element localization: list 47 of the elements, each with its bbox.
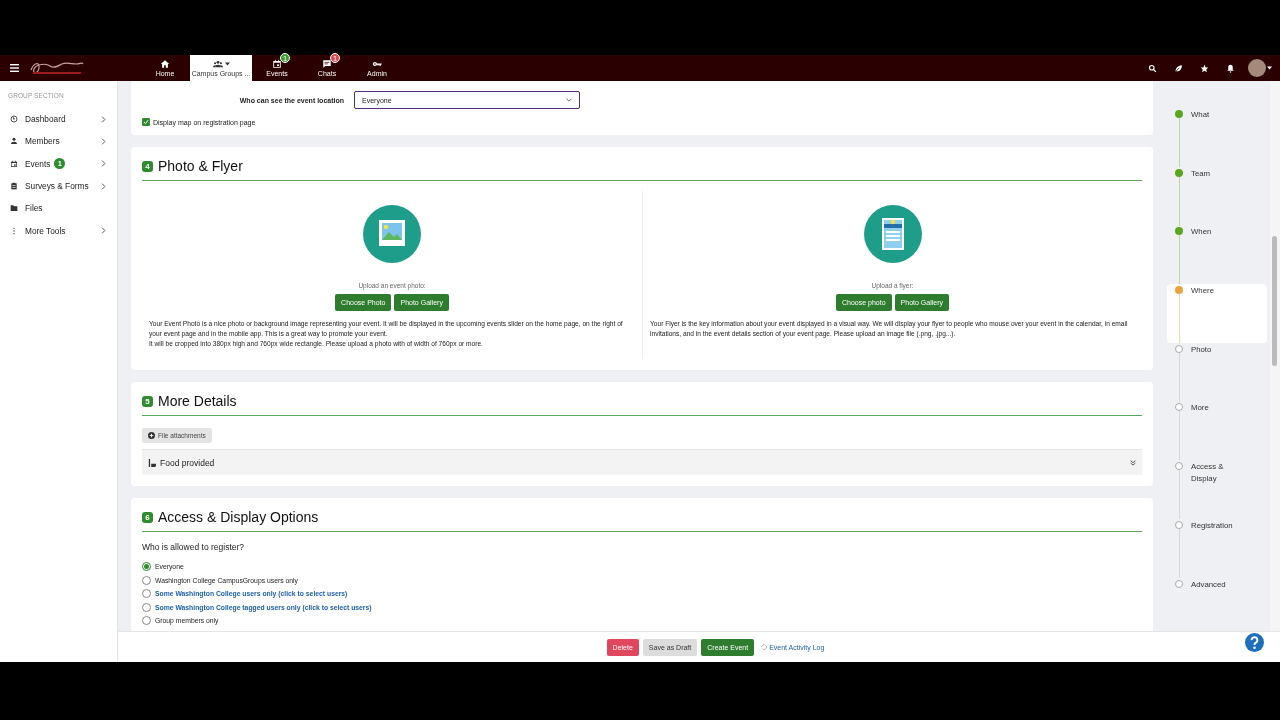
sidebar-item[interactable]: Surveys & Forms [0, 174, 117, 198]
sidebar-item[interactable]: More Tools [0, 219, 117, 242]
menu-icon[interactable] [10, 64, 19, 72]
section-title: More Details [158, 393, 237, 409]
step-number: 5 [142, 395, 153, 407]
radio-button[interactable] [142, 575, 151, 585]
chevron-icon [566, 98, 572, 102]
scrollbar-thumb[interactable] [1272, 236, 1277, 366]
step-number: 6 [142, 511, 153, 523]
logo-icon [29, 60, 85, 76]
dashboard-icon [10, 115, 18, 124]
question-text: Who is allowed to register? [142, 542, 246, 552]
check-icon [143, 119, 149, 125]
sidebar-item[interactable]: Files [0, 197, 117, 220]
people-icon [212, 59, 223, 69]
help-icon[interactable] [1245, 633, 1264, 652]
home-icon [160, 59, 170, 69]
person-icon [10, 137, 18, 146]
calendar-icon [10, 159, 18, 168]
checkbox[interactable] [142, 118, 150, 126]
key-icon [372, 59, 382, 69]
sidebar-item[interactable]: Dashboard [0, 108, 117, 131]
caret-icon [1267, 66, 1272, 70]
chat-icon [322, 59, 332, 69]
radio-button[interactable] [142, 602, 151, 612]
document-icon [863, 205, 922, 263]
accordion-header[interactable]: Food provided [142, 449, 1142, 475]
radio-button[interactable] [142, 616, 151, 626]
more-icon [10, 226, 18, 235]
avatar[interactable] [1248, 59, 1266, 77]
step-number: 4 [142, 160, 153, 172]
clipboard-icon [10, 182, 18, 191]
section-title: Access & Display Options [158, 509, 319, 525]
history-icon [760, 643, 769, 651]
leaf-icon[interactable] [1174, 63, 1183, 73]
radio-button[interactable] [142, 562, 151, 572]
notification-icon[interactable] [1226, 63, 1235, 73]
section-title: Photo & Flyer [158, 158, 243, 174]
radio-button[interactable] [142, 589, 151, 599]
search-icon[interactable] [1148, 63, 1157, 73]
plus-circle-icon [148, 432, 155, 439]
utensils-icon [148, 458, 156, 467]
sidebar-item[interactable]: Members [0, 130, 117, 153]
photo-icon [363, 205, 421, 263]
folder-icon [10, 204, 18, 213]
star-icon[interactable] [1200, 63, 1209, 73]
calendar-icon [272, 59, 282, 69]
